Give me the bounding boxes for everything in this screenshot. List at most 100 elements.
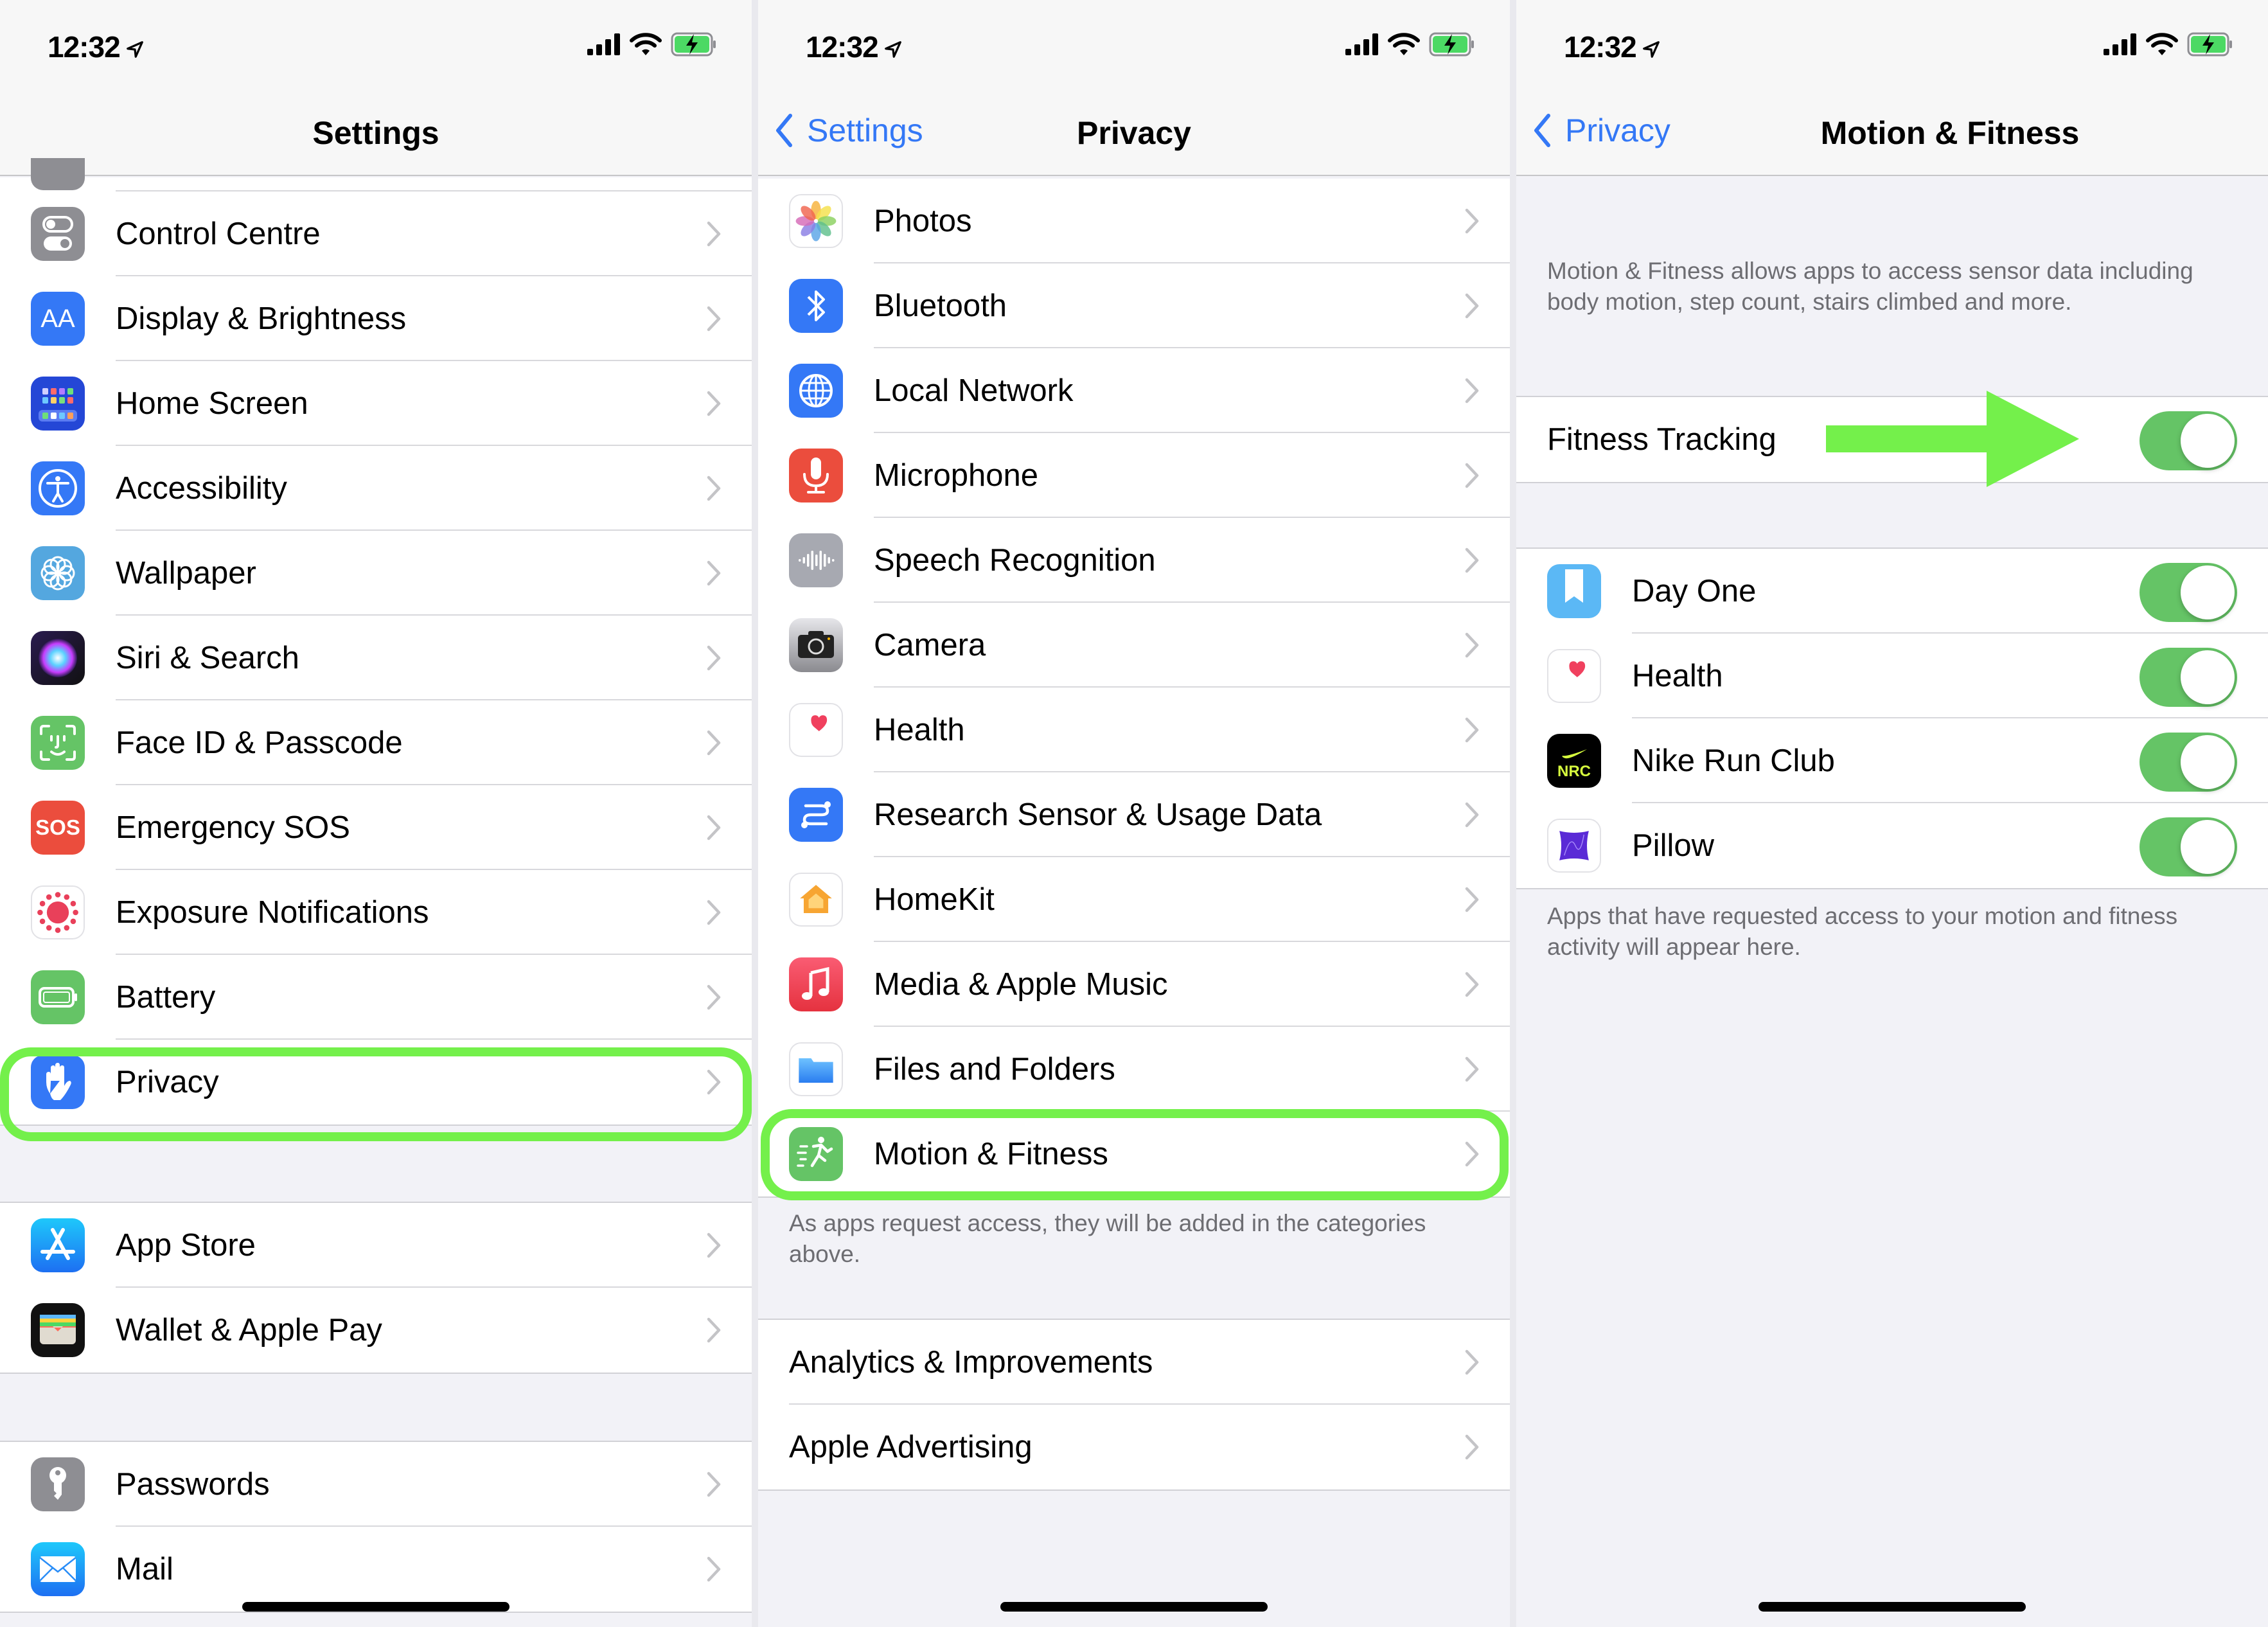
privacy-item-camera[interactable]: Camera — [758, 603, 1510, 688]
privacy-item-local-network[interactable]: Local Network — [758, 348, 1510, 433]
wifi-icon — [2146, 33, 2178, 55]
chevron-right-icon — [1465, 802, 1479, 828]
privacy-group-analytics: Analytics & Improvements Apple Advertisin… — [758, 1319, 1510, 1491]
privacy-item-media-apple-music[interactable]: Media & Apple Music — [758, 942, 1510, 1027]
privacy-item-analytics-improvements[interactable]: Analytics & Improvements — [758, 1320, 1510, 1405]
apps-group: Day One Health NRC Nike Run Club Pillow — [1516, 547, 2268, 889]
settings-item-face-id-passcode[interactable]: Face ID & Passcode — [0, 700, 752, 785]
motion-fitness-description: Motion & Fitness allows apps to access s… — [1547, 258, 2193, 315]
permission-toggle[interactable] — [2140, 733, 2237, 792]
permission-toggle[interactable] — [2140, 817, 2237, 876]
chevron-right-icon — [707, 476, 721, 501]
privacy-item-health[interactable]: Health — [758, 688, 1510, 772]
row-label: Home Screen — [116, 386, 308, 421]
row-label: Motion & Fitness — [874, 1137, 1108, 1171]
row-label: Wallet & Apple Pay — [116, 1313, 382, 1347]
status-bar: 12:32 — [0, 0, 752, 96]
chevron-right-icon — [1465, 378, 1479, 404]
app-permission-health: Health — [1516, 634, 2268, 718]
wallet-icon — [31, 1303, 85, 1357]
privacy-item-speech-recognition[interactable]: Speech Recognition — [758, 518, 1510, 603]
signal-icon — [2104, 33, 2136, 55]
row-label: Bluetooth — [874, 289, 1007, 323]
settings-item-mail[interactable]: Mail — [0, 1527, 752, 1612]
chevron-right-icon — [707, 1556, 721, 1582]
privacy-item-photos[interactable]: Photos — [758, 179, 1510, 263]
nav-bar: Privacy Settings — [758, 96, 1510, 176]
settings-item-wallpaper[interactable]: Wallpaper — [0, 531, 752, 616]
home-indicator — [1759, 1602, 2026, 1612]
back-label: Privacy — [1565, 112, 1670, 148]
row-label: App Store — [116, 1228, 256, 1263]
settings-item-privacy[interactable]: Privacy — [0, 1040, 752, 1125]
row-label: Photos — [874, 204, 972, 238]
row-label: Privacy — [116, 1065, 219, 1099]
chevron-right-icon — [707, 221, 721, 247]
chevron-right-icon — [707, 560, 721, 586]
display-brightness-icon: AA — [31, 292, 85, 346]
chevron-right-icon — [1465, 1141, 1479, 1167]
nike-run-club-icon: NRC — [1547, 734, 1601, 788]
chevron-right-icon — [1465, 717, 1479, 743]
nav-bar: Motion & Fitness Privacy — [1516, 96, 2268, 176]
passwords-key-icon — [31, 1457, 85, 1511]
row-label: Control Centre — [116, 217, 321, 251]
privacy-item-bluetooth[interactable]: Bluetooth — [758, 263, 1510, 348]
row-label: Wallpaper — [116, 556, 256, 591]
row-general-partial[interactable] — [0, 158, 752, 190]
exposure-notifications-icon — [31, 885, 85, 939]
row-label: Speech Recognition — [874, 543, 1156, 578]
privacy-item-apple-advertising[interactable]: Apple Advertising — [758, 1405, 1510, 1489]
row-label: Battery — [116, 980, 216, 1015]
location-arrow-icon — [884, 40, 901, 58]
row-label: Passwords — [116, 1467, 270, 1502]
settings-item-app-store[interactable]: App Store — [0, 1203, 752, 1288]
privacy-item-files-and-folders[interactable]: Files and Folders — [758, 1027, 1510, 1112]
privacy-item-research-sensor-usage-data[interactable]: Research Sensor & Usage Data — [758, 772, 1510, 857]
settings-item-display-brightness[interactable]: AA Display & Brightness — [0, 276, 752, 361]
settings-item-wallet-apple-pay[interactable]: Wallet & Apple Pay — [0, 1288, 752, 1373]
toggle-knob — [2181, 735, 2235, 789]
privacy-item-microphone[interactable]: Microphone — [758, 433, 1510, 518]
settings-item-home-screen[interactable]: Home Screen — [0, 361, 752, 446]
chevron-right-icon — [1465, 293, 1479, 319]
row-label: Apple Advertising — [789, 1430, 1032, 1464]
settings-item-siri-search[interactable]: Siri & Search — [0, 616, 752, 700]
fitness-tracking-toggle[interactable] — [2140, 411, 2237, 470]
privacy-item-homekit[interactable]: HomeKit — [758, 857, 1510, 942]
chevron-right-icon — [707, 984, 721, 1010]
settings-group-accounts: Passwords Mail — [0, 1441, 752, 1613]
settings-item-battery[interactable]: Battery — [0, 955, 752, 1040]
row-label: Day One — [1632, 574, 1757, 609]
row-label: Health — [874, 713, 965, 747]
row-label: HomeKit — [874, 882, 995, 917]
chevron-right-icon — [1465, 547, 1479, 573]
fitness-tracking-group: Fitness Tracking — [1516, 396, 2268, 483]
settings-item-control-centre[interactable]: Control Centre — [0, 191, 752, 276]
music-icon — [789, 957, 843, 1011]
settings-item-accessibility[interactable]: Accessibility — [0, 446, 752, 531]
settings-item-passwords[interactable]: Passwords — [0, 1442, 752, 1527]
privacy-hand-icon — [31, 1055, 85, 1109]
back-button[interactable]: Privacy — [1533, 112, 1670, 149]
privacy-item-motion-fitness[interactable]: Motion & Fitness — [758, 1112, 1510, 1196]
chevron-right-icon — [707, 1069, 721, 1095]
back-button[interactable]: Settings — [775, 112, 923, 149]
chevron-right-icon — [707, 1232, 721, 1258]
gear-icon — [31, 158, 85, 190]
settings-item-exposure-notifications[interactable]: Exposure Notifications — [0, 870, 752, 955]
privacy-screen: 12:32 Privacy Settings Photos Bluetooth Lo… — [758, 0, 1510, 1627]
siri-icon — [31, 631, 85, 685]
permission-toggle[interactable] — [2140, 648, 2237, 707]
settings-item-emergency-sos[interactable]: SOS Emergency SOS — [0, 785, 752, 870]
chevron-right-icon — [1465, 632, 1479, 658]
health-heart-icon — [789, 703, 843, 757]
signal-icon — [587, 33, 620, 55]
motion-fitness-icon — [789, 1127, 843, 1181]
apps-footer-note: Apps that have requested access to your … — [1547, 903, 2178, 960]
nav-bar: Settings — [0, 96, 752, 176]
homekit-icon — [789, 873, 843, 927]
chevron-right-icon — [1465, 1349, 1479, 1375]
permission-toggle[interactable] — [2140, 563, 2237, 622]
home-indicator — [242, 1602, 509, 1612]
